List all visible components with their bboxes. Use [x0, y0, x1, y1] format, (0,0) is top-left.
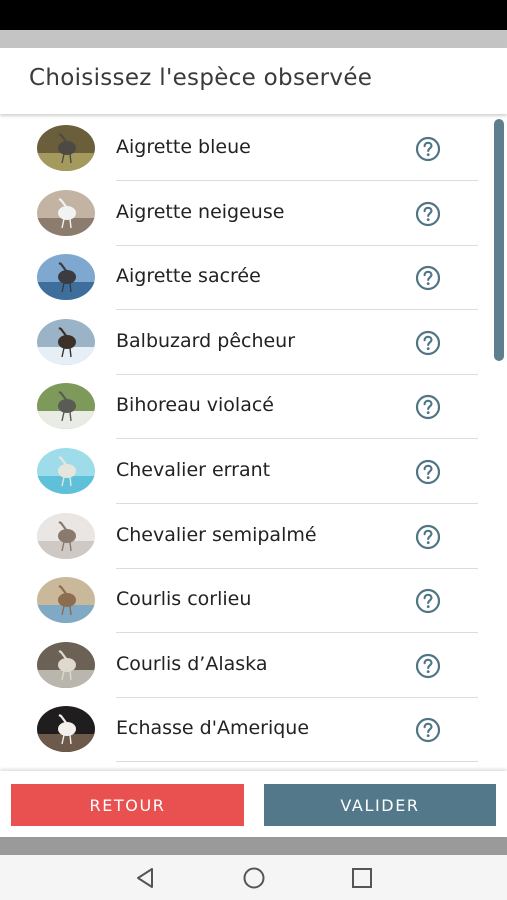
help-icon[interactable] — [415, 524, 441, 550]
help-icon[interactable] — [415, 717, 441, 743]
help-icon[interactable] — [415, 459, 441, 485]
species-name: Courlis d’Alaska — [116, 652, 268, 675]
species-list[interactable]: Aigrette bleue Aigrette neigeuse Aigrette … — [0, 116, 507, 771]
scrollbar[interactable] — [494, 119, 504, 361]
species-name: Balbuzard pêcheur — [116, 329, 296, 352]
backdrop-strip-bottom — [0, 837, 507, 855]
validate-button[interactable]: VALIDER — [264, 784, 496, 826]
help-icon[interactable] — [415, 265, 441, 291]
species-row[interactable] — [0, 762, 490, 771]
species-row[interactable]: Aigrette sacrée — [0, 245, 490, 311]
species-row[interactable]: Chevalier errant — [0, 439, 490, 504]
osprey-photo-thumbnail — [37, 318, 95, 365]
species-row[interactable]: Balbuzard pêcheur — [0, 310, 490, 375]
species-name: Bihoreau violacé — [116, 394, 274, 417]
species-name: Chevalier semipalmé — [116, 523, 317, 546]
dialog-title: Choisissez l'espèce observée — [29, 65, 373, 91]
species-name: Aigrette bleue — [116, 136, 251, 158]
help-icon[interactable] — [415, 588, 441, 614]
species-row[interactable]: Courlis d’Alaska — [0, 633, 490, 698]
help-icon[interactable] — [415, 653, 441, 679]
species-name: Aigrette neigeuse — [116, 200, 285, 223]
species-name: Chevalier errant — [116, 459, 271, 481]
home-circle-icon[interactable] — [242, 866, 266, 890]
species-row[interactable]: Aigrette bleue — [0, 116, 490, 181]
blue-heron-photo-thumbnail — [37, 125, 95, 171]
help-icon[interactable] — [415, 330, 441, 356]
back-triangle-icon[interactable] — [133, 866, 157, 890]
back-button[interactable]: RETOUR — [11, 784, 244, 826]
black-necked-stilt-photo-thumbnail — [37, 706, 95, 753]
help-icon[interactable] — [415, 136, 441, 162]
willet-photo-thumbnail — [37, 512, 95, 559]
species-row[interactable]: Echasse d'Amerique — [0, 697, 490, 763]
dialog-header: Choisissez l'espèce observée — [0, 48, 507, 114]
help-icon[interactable] — [415, 394, 441, 420]
backdrop-strip — [0, 30, 507, 48]
species-name: Echasse d'Amerique — [116, 717, 310, 740]
species-name: Aigrette sacrée — [116, 265, 261, 288]
night-heron-photo-thumbnail — [37, 383, 95, 430]
species-row[interactable]: Bihoreau violacé — [0, 374, 490, 440]
recents-square-icon[interactable] — [350, 866, 374, 890]
species-row[interactable]: Chevalier semipalmé — [0, 504, 490, 569]
wandering-tattler-photo-thumbnail — [37, 448, 95, 494]
help-icon[interactable] — [415, 201, 441, 227]
whimbrel-photo-thumbnail — [37, 577, 95, 624]
bristle-thighed-curlew-photo-thumbnail — [37, 641, 95, 688]
dialog-footer: RETOUR VALIDER — [0, 771, 507, 837]
status-bar — [0, 0, 507, 30]
species-row[interactable]: Aigrette neigeuse — [0, 181, 490, 246]
species-name: Courlis corlieu — [116, 588, 252, 611]
reef-egret-photo-thumbnail — [37, 254, 95, 301]
snowy-egret-photo-thumbnail — [37, 189, 95, 236]
species-row[interactable]: Courlis corlieu — [0, 568, 490, 634]
navigation-bar — [0, 855, 507, 900]
